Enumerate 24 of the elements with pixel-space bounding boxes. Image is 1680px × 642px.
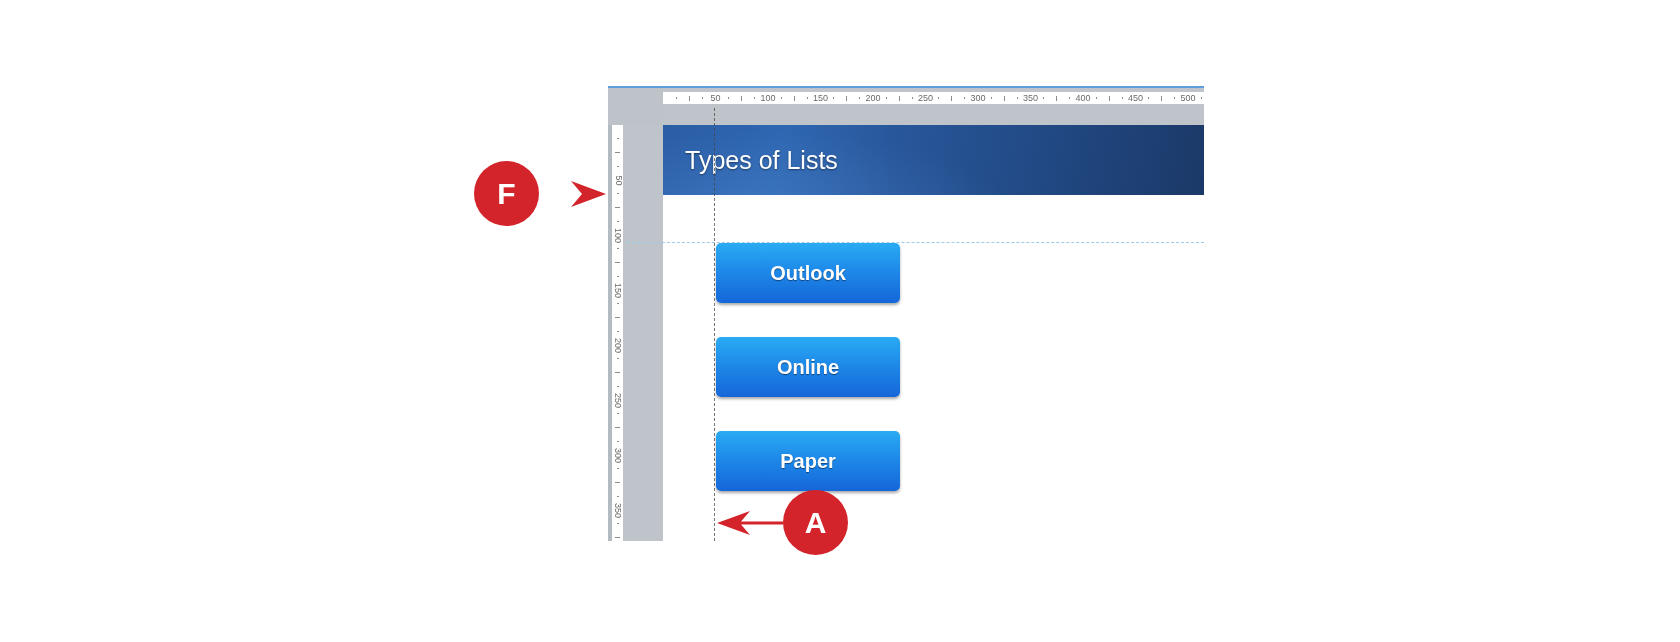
- ruler-label: 350: [613, 501, 622, 519]
- ruler-label: 200: [864, 93, 882, 103]
- ruler-label: 100: [759, 93, 777, 103]
- callout-badge: F: [474, 161, 539, 226]
- ruler-label: 50: [613, 174, 622, 186]
- ruler-label: 150: [613, 281, 622, 299]
- ruler-label: 150: [812, 93, 829, 103]
- slide-title: Types of Lists: [685, 145, 838, 175]
- callout-arrow: [717, 510, 783, 535]
- ruler-label: 100: [613, 226, 622, 244]
- slide-button[interactable]: Outlook: [716, 243, 900, 303]
- ruler-label: 200: [613, 336, 622, 354]
- ruler-label: 500: [1179, 93, 1197, 103]
- ruler-label: 250: [917, 93, 934, 103]
- ruler-label: 50: [709, 93, 722, 103]
- ruler-label: 450: [1127, 93, 1144, 103]
- ruler-label: 300: [613, 446, 622, 464]
- callout-arrow: [571, 180, 606, 207]
- ruler-label: 250: [613, 391, 622, 409]
- slide-button[interactable]: Online: [716, 337, 900, 397]
- ruler-label: 350: [1022, 93, 1039, 103]
- ruler-label: 300: [969, 93, 987, 103]
- slide-button[interactable]: Paper: [716, 431, 900, 491]
- ruler-label: 400: [1074, 93, 1092, 103]
